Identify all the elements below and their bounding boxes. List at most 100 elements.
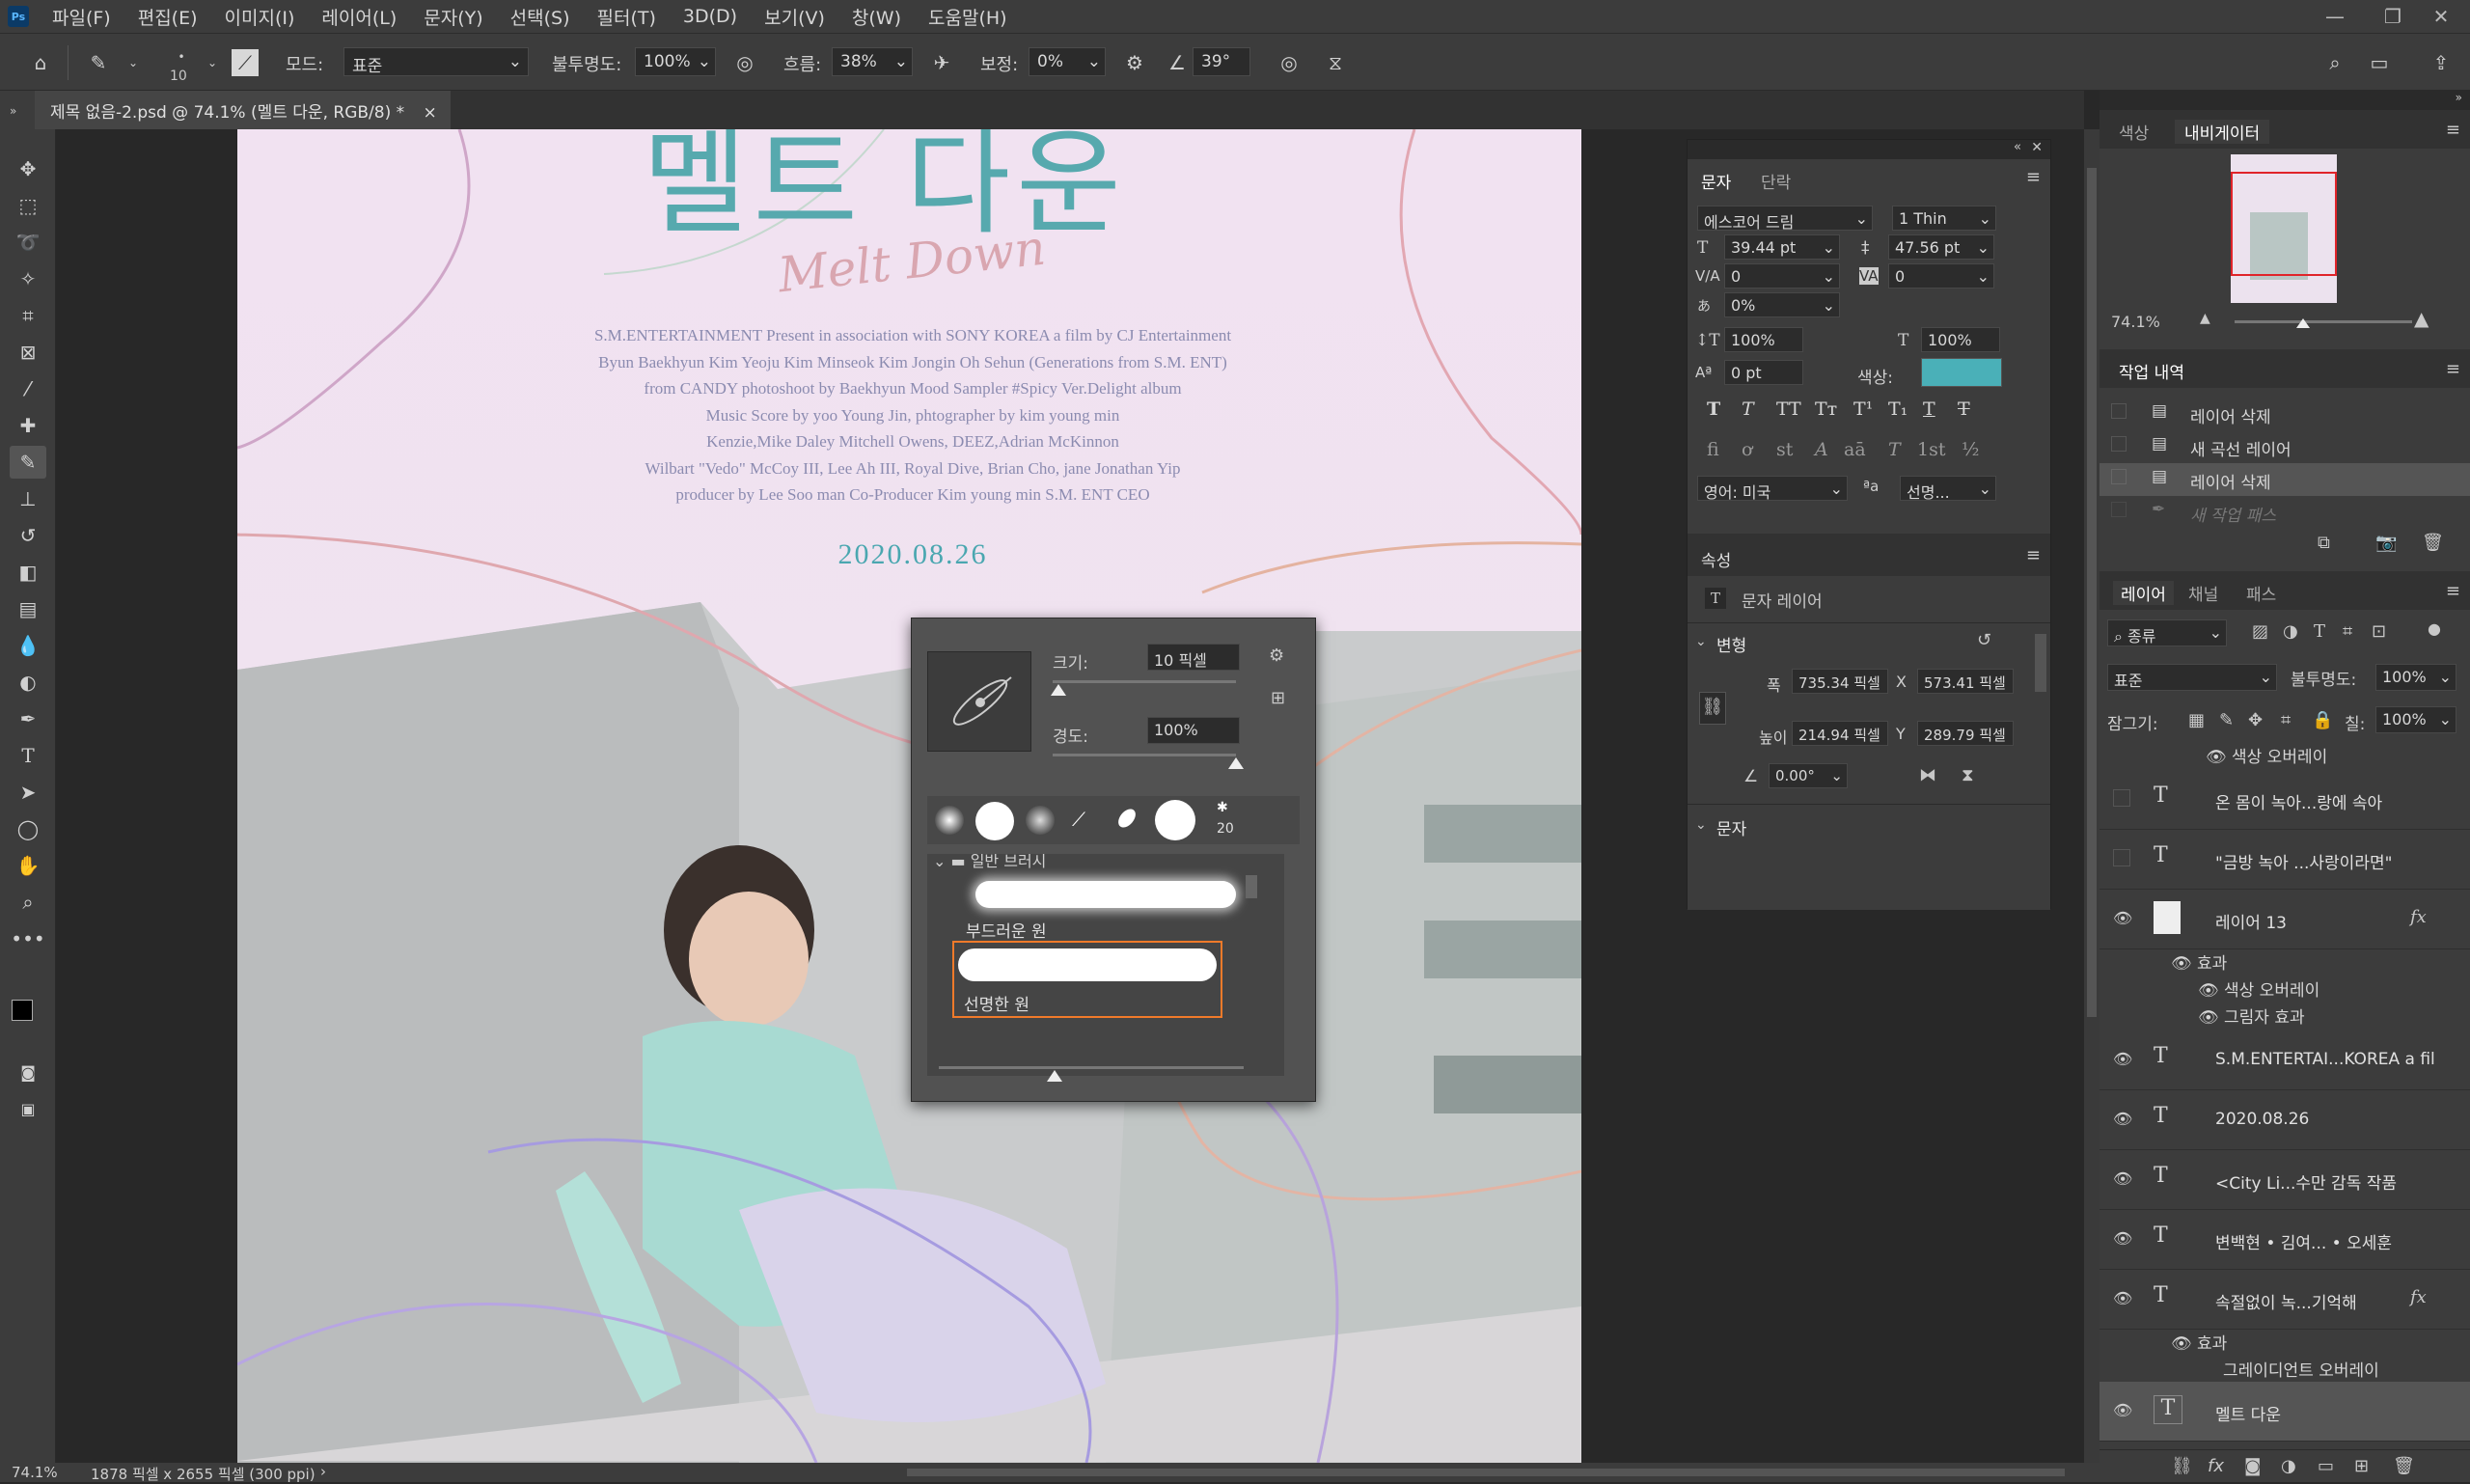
angle-input[interactable]: 39° [1193, 47, 1250, 76]
hand-tool-icon[interactable]: ✋ [10, 849, 46, 882]
tab-layers[interactable]: 레이어 [2113, 581, 2174, 605]
effect-row[interactable]: 👁 색상 오버레이 [2198, 976, 2319, 1001]
eraser-icon[interactable]: ◧ [10, 556, 46, 589]
brush-angle-preview[interactable] [927, 651, 1031, 752]
share-icon[interactable]: ⇪ [2426, 47, 2456, 78]
soft-brush-thumb[interactable] [935, 806, 964, 835]
filter-pixel-icon[interactable]: ▨ [2252, 621, 2268, 642]
eye-icon[interactable]: 👁 [2113, 1169, 2134, 1191]
strikethrough-button[interactable]: T [1958, 398, 1970, 420]
type-tool-icon[interactable]: T [10, 739, 46, 772]
y-input[interactable]: 289.79 픽셀 [1917, 721, 2014, 746]
properties-scrollbar[interactable] [2035, 634, 2046, 692]
rotation-input[interactable]: 0.00° ⌄ [1769, 763, 1848, 788]
preview-size-thumb[interactable] [1047, 1070, 1062, 1082]
lock-all-icon[interactable]: 🔒 [2312, 710, 2333, 730]
crop-tool-icon[interactable]: ⌗ [10, 299, 46, 332]
font-style-select[interactable]: 1 Thin ⌄ [1892, 206, 1996, 231]
effects-group[interactable]: 👁 효과 [2171, 949, 2227, 974]
history-item[interactable]: ▤ 새 곡선 레이어 [2100, 430, 2470, 463]
pen-tool-icon[interactable]: ✒ [10, 702, 46, 735]
discretionary-lig-button[interactable]: st [1776, 439, 1793, 460]
effects-group[interactable]: 👁 효과 [2171, 1330, 2227, 1354]
tracking-input[interactable]: 0 ⌄ [1888, 263, 1994, 289]
healing-brush-icon[interactable]: ✚ [10, 409, 46, 442]
angled-brush-thumb[interactable] [1114, 806, 1139, 831]
brush-settings-panel-icon[interactable]: ⟋ [232, 49, 259, 76]
new-layer-icon[interactable]: ⊞ [2354, 1456, 2369, 1476]
mode-select[interactable]: 표준 ⌄ [343, 47, 529, 76]
foreground-color-swatch[interactable] [12, 1000, 33, 1021]
menu-window[interactable]: 창(W) [838, 4, 915, 30]
preview-size-slider[interactable] [939, 1066, 1244, 1082]
lock-pixels-icon[interactable]: ✎ [2219, 710, 2234, 730]
menu-edit[interactable]: 편집(E) [124, 4, 211, 30]
effect-row[interactable]: 👁 색상 오버레이 [2206, 743, 2327, 767]
text-section[interactable]: 문자 [1716, 815, 1746, 839]
menu-type[interactable]: 문자(Y) [410, 4, 496, 30]
home-icon[interactable]: ⌂ [25, 47, 56, 78]
brush-size-input[interactable]: 10 픽셀 [1147, 644, 1240, 671]
brush-tool-icon[interactable]: ✎ [83, 47, 114, 78]
layer-row[interactable]: 👁 T 2020.08.26 [2100, 1090, 2470, 1150]
leading-input[interactable]: 47.56 pt ⌄ [1888, 234, 1994, 260]
fx-icon[interactable]: fx [2410, 907, 2427, 927]
filter-toggle-icon[interactable]: ● [2428, 619, 2441, 638]
height-input[interactable]: 214.94 픽셀 [1792, 721, 1888, 746]
navigator-zoom-value[interactable]: 74.1% [2111, 313, 2160, 331]
move-tool-icon[interactable]: ✥ [10, 152, 46, 185]
font-size-input[interactable]: 39.44 pt ⌄ [1724, 234, 1840, 260]
more-tools-icon[interactable]: ••• [10, 922, 46, 955]
zoom-tool-icon[interactable]: ⌕ [10, 886, 46, 919]
gear-icon[interactable]: ⚙ [1119, 47, 1150, 78]
gear-icon[interactable]: ⚙ [1269, 646, 1284, 666]
hard-brush-thumb[interactable] [975, 802, 1014, 840]
menu-filter[interactable]: 필터(T) [584, 4, 670, 30]
status-zoom[interactable]: 74.1% [12, 1464, 58, 1481]
eye-icon[interactable]: 👁 [2113, 1229, 2134, 1250]
panel-menu-icon[interactable]: ≡ [2026, 167, 2041, 187]
calligraphy-brush-thumb[interactable]: ⟋ [1072, 808, 1085, 831]
stylistic-alt-button[interactable]: aā [1844, 439, 1866, 460]
layer-row[interactable]: 👁 T S.M.ENTERTAI...KOREA a fil [2100, 1031, 2470, 1090]
double-chevron-icon[interactable]: » [10, 104, 16, 118]
all-caps-button[interactable]: TT [1776, 398, 1801, 420]
menu-select[interactable]: 선택(S) [497, 4, 584, 30]
dodge-tool-icon[interactable]: ◐ [10, 666, 46, 699]
chevron-down-icon[interactable]: ⌄ [1695, 634, 1707, 649]
canvas-horizontal-scrollbar[interactable] [907, 1469, 2065, 1476]
airbrush-icon[interactable]: ✈ [926, 47, 957, 78]
clone-stamp-icon[interactable]: ⊥ [10, 482, 46, 515]
splatter-brush-thumb[interactable]: ✱ [1217, 800, 1228, 815]
layer-row-selected[interactable]: 👁 T 멜트 다운 [2100, 1382, 2470, 1442]
layer-row[interactable]: 👁 T 변백현 • 김여... • 오세훈 [2100, 1210, 2470, 1270]
visibility-off-box[interactable] [2113, 789, 2130, 807]
menu-3d[interactable]: 3D(D) [670, 6, 751, 27]
tab-channels[interactable]: 채널 [2188, 581, 2218, 605]
navigator-view-box[interactable] [2231, 172, 2337, 276]
close-icon[interactable]: ✕ [2031, 140, 2043, 155]
lock-position-icon[interactable]: ✥ [2248, 710, 2263, 730]
baseline-shift-input[interactable]: 0 pt [1724, 360, 1803, 385]
transform-section[interactable]: 변형 [1716, 632, 1746, 656]
small-caps-button[interactable]: Tт [1815, 398, 1837, 420]
language-select[interactable]: 영어: 미국 ⌄ [1697, 476, 1848, 502]
blend-mode-select[interactable]: 표준 ⌄ [2107, 664, 2277, 691]
pressure-size-icon[interactable]: ◎ [1274, 47, 1304, 78]
history-item[interactable]: ▤ 레이어 삭제 [2100, 398, 2470, 430]
workspace-icon[interactable]: ▭ [2364, 47, 2395, 78]
tab-paths[interactable]: 패스 [2246, 581, 2276, 605]
brush-size-slider-thumb[interactable] [1050, 684, 1066, 696]
layer-opacity-input[interactable]: 100% ⌄ [2375, 664, 2456, 691]
width-input[interactable]: 735.34 픽셀 [1792, 669, 1888, 694]
layer-row[interactable]: T "금방 녹아 ...사랑이라면" [2100, 830, 2470, 890]
tsume-input[interactable]: 0% ⌄ [1724, 292, 1840, 317]
ellipse-tool-icon[interactable]: ◯ [10, 812, 46, 845]
lock-artboard-icon[interactable]: ⌗ [2281, 710, 2291, 730]
poster-canvas[interactable]: 멜트 다운 Melt Down S.M.ENTERTAINMENT Presen… [237, 129, 1581, 1463]
gradient-icon[interactable]: ▤ [10, 592, 46, 625]
swash-button[interactable]: A [1815, 439, 1828, 460]
magic-wand-icon[interactable]: ✧ [10, 262, 46, 295]
eyedropper-icon[interactable]: ⁄ [10, 372, 46, 405]
panel-menu-icon[interactable]: ≡ [2446, 120, 2460, 140]
